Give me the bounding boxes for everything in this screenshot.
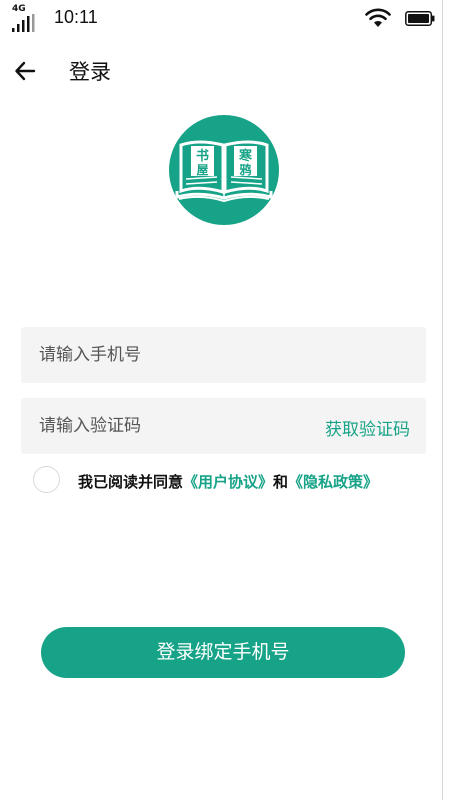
clock: 10:11 bbox=[54, 7, 98, 27]
status-bar: 4G 10:11 bbox=[0, 0, 450, 38]
app-header: 登录 bbox=[0, 50, 450, 94]
agreement-conjunction: 和 bbox=[273, 473, 289, 491]
wifi-icon bbox=[365, 8, 391, 27]
app-logo: 书 屋 寒 鸦 bbox=[169, 115, 279, 225]
agreement-prefix: 我已阅读并同意 bbox=[78, 473, 184, 491]
agreement-row: 我已阅读并同意《用户协议》和《隐私政策》 bbox=[0, 462, 450, 498]
privacy-policy-link[interactable]: 《隐私政策》 bbox=[288, 473, 378, 491]
verification-code-input[interactable] bbox=[21, 398, 301, 454]
arrow-left-icon bbox=[15, 61, 36, 81]
logo-char-1: 书 bbox=[196, 148, 209, 164]
logo-char-3: 寒 bbox=[238, 148, 253, 164]
page-title: 登录 bbox=[69, 60, 111, 84]
network-type-label: 4G bbox=[12, 4, 26, 14]
agreement-checkbox[interactable] bbox=[33, 466, 60, 493]
battery-icon bbox=[405, 11, 435, 26]
signal-bars bbox=[12, 14, 35, 32]
phone-input[interactable] bbox=[21, 327, 426, 383]
login-bind-phone-button[interactable]: 登录绑定手机号 bbox=[41, 627, 405, 678]
get-code-button[interactable]: 获取验证码 bbox=[325, 415, 410, 440]
logo-char-4: 鸦 bbox=[239, 162, 251, 177]
cell-signal-icon: 4G bbox=[12, 4, 40, 32]
open-book-icon: 书 屋 寒 鸦 bbox=[175, 140, 273, 203]
phone-field-container bbox=[21, 327, 426, 383]
window-edge-divider bbox=[442, 0, 443, 800]
agreement-text: 我已阅读并同意《用户协议》和《隐私政策》 bbox=[78, 471, 378, 492]
logo-char-2: 屋 bbox=[196, 163, 208, 177]
user-agreement-link[interactable]: 《用户协议》 bbox=[183, 473, 273, 491]
code-field-container: 获取验证码 bbox=[21, 398, 426, 454]
back-button[interactable] bbox=[12, 58, 38, 84]
